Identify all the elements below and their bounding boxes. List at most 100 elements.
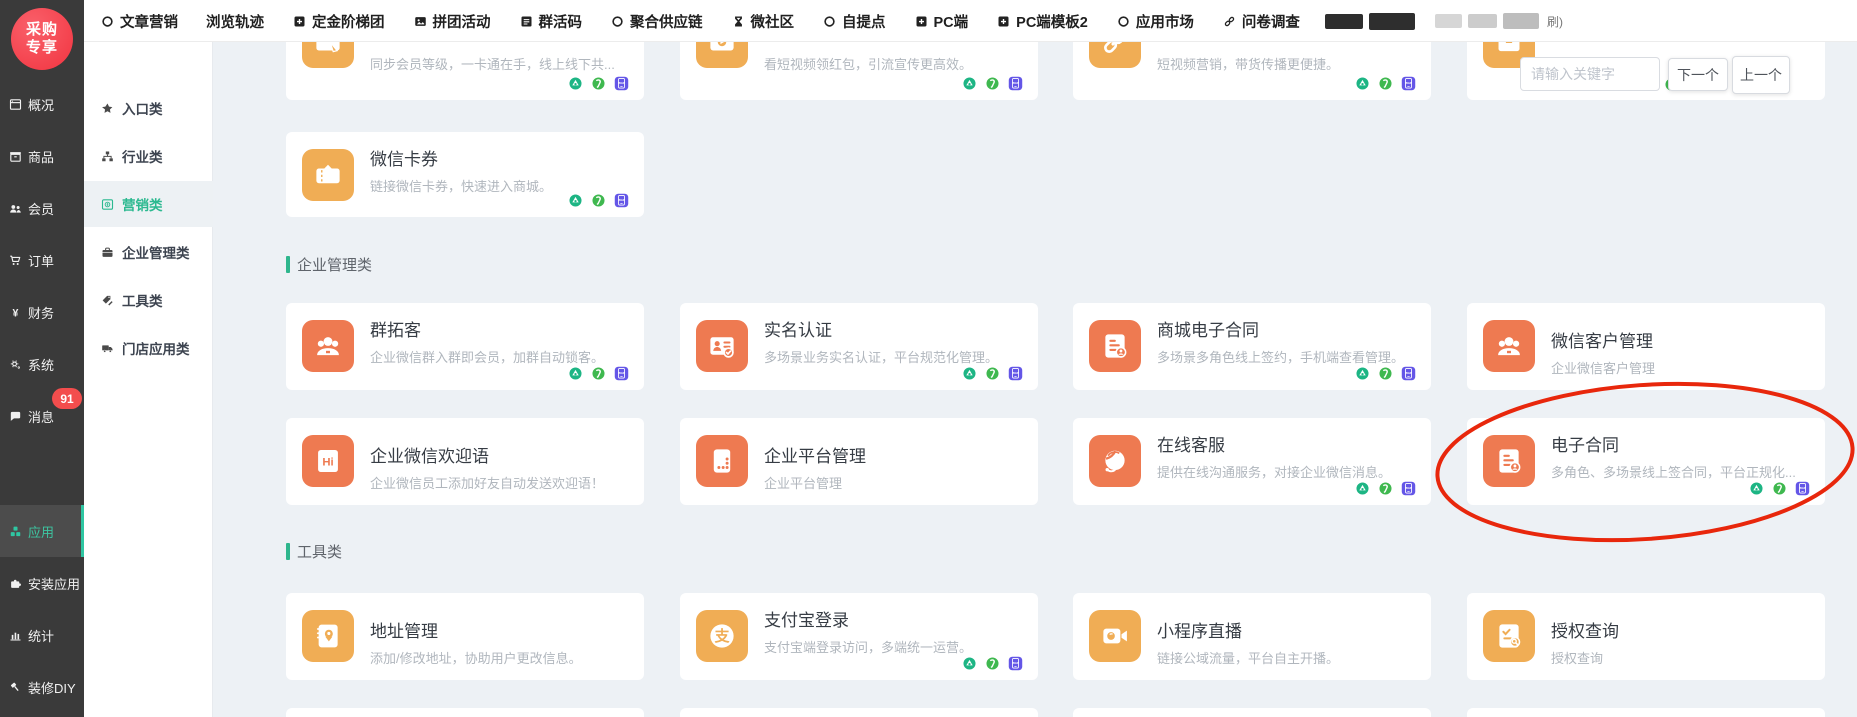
nav-item-群活码[interactable]: 群活码 bbox=[519, 0, 583, 42]
brand-logo[interactable]: 采购 专享 bbox=[11, 8, 73, 70]
sidebar-item-商品[interactable]: 商品 bbox=[0, 138, 84, 174]
app-card-电子合同[interactable]: 电子合同多角色、多场景线上签合同，平台正规化...WAP bbox=[1467, 418, 1825, 505]
section-header: 企业管理类 bbox=[286, 254, 372, 275]
app-card-小程序直播[interactable]: 小程序直播链接公域流量，平台自主开播。 bbox=[1073, 593, 1431, 680]
member-card-icon bbox=[302, 42, 354, 68]
diy-icon bbox=[8, 680, 23, 695]
badge-wap-icon: WAP bbox=[1794, 480, 1811, 497]
badge-mp-icon bbox=[961, 655, 978, 672]
app-card-企业微信欢迎语[interactable]: Hi企业微信欢迎语企业微信员工添加好友自动发送欢迎语！ bbox=[286, 418, 644, 505]
goods-icon bbox=[8, 149, 23, 164]
card-title: 群拓客 bbox=[370, 316, 421, 341]
badge-mp-icon bbox=[567, 192, 584, 209]
top-nav: 文章营销浏览轨迹定金阶梯团拼团活动 群活码 聚合供应链 微社区 自提点 PC端 PC端模板2… bbox=[84, 0, 1857, 42]
nav-item-问卷调查[interactable]: 问卷调查 bbox=[1222, 0, 1300, 42]
sidebar-item-统计[interactable]: 统计 bbox=[0, 617, 84, 653]
section-header-label: 工具类 bbox=[297, 541, 342, 562]
finance-icon: ¥ bbox=[8, 305, 23, 320]
redacted-block bbox=[1369, 13, 1415, 30]
nav-item-自提点[interactable]: 自提点 bbox=[822, 0, 886, 42]
camera-icon bbox=[1089, 610, 1141, 662]
card-title: 地址管理 bbox=[370, 617, 438, 642]
card-desc: 看短视频领红包，引流宣传更高效。 bbox=[764, 54, 1026, 73]
category-item-营销类[interactable]: 营销类 bbox=[84, 181, 213, 227]
app-card-实名认证[interactable]: 实名认证多场景业务实名认证，平台规范化管理。WAP bbox=[680, 303, 1038, 390]
card-title: 企业微信欢迎语 bbox=[370, 442, 489, 467]
app-card[interactable]: 看短视频领红包，引流宣传更高效。 WAP bbox=[680, 42, 1038, 100]
badge-mp-icon bbox=[1354, 365, 1371, 382]
app-card-企业平台管理[interactable]: 企业平台管理企业平台管理 bbox=[680, 418, 1038, 505]
redacted-user-info: 刷) bbox=[1325, 0, 1563, 42]
nav-item-label: 微社区 bbox=[751, 11, 795, 32]
nav-item-文章营销[interactable]: 文章营销 bbox=[100, 0, 178, 42]
app-card-微信卡券[interactable]: 微信卡券链接微信卡券，快速进入商城。WAP bbox=[286, 132, 644, 217]
sidebar-item-会员[interactable]: 会员 bbox=[0, 190, 84, 226]
app-card-clipped[interactable] bbox=[286, 708, 644, 717]
app-card[interactable]: 短视频营销，带货传播更便捷。 WAP bbox=[1073, 42, 1431, 100]
nav-item-PC端[interactable]: PC端 bbox=[914, 0, 969, 42]
app-card[interactable]: 同步会员等级，一卡通在手，线上线下共... WAP bbox=[286, 42, 644, 100]
card-desc: 提供在线沟通服务，对接企业微信消息。 bbox=[1157, 462, 1419, 481]
app-card-支付宝登录[interactable]: 支支付宝登录支付宝端登录访问，多端统一运营。WAP bbox=[680, 593, 1038, 680]
category-item-入口类[interactable]: 入口类 bbox=[84, 85, 213, 131]
sidebar-item-财务[interactable]: ¥财务 bbox=[0, 294, 84, 330]
category-item-门店应用类[interactable]: 门店应用类 bbox=[84, 325, 213, 371]
nav-item-微社区[interactable]: 微社区 bbox=[731, 0, 795, 42]
sidebar-item-安装应用[interactable]: 安装应用 bbox=[0, 565, 84, 601]
svg-text:WAP: WAP bbox=[1405, 371, 1412, 375]
category-item-label: 门店应用类 bbox=[122, 338, 190, 358]
prev-button[interactable]: 上一个 bbox=[1732, 56, 1790, 94]
app-card-clipped[interactable] bbox=[680, 708, 1038, 717]
badge-wap-icon: WAP bbox=[613, 75, 630, 92]
link-icon bbox=[1089, 42, 1141, 68]
badge-h5-icon bbox=[590, 75, 607, 92]
doc-icon bbox=[1483, 435, 1535, 487]
category-item-label: 工具类 bbox=[122, 290, 163, 310]
section-header-label: 企业管理类 bbox=[297, 254, 372, 275]
app-card-在线客服[interactable]: 在线客服提供在线沟通服务，对接企业微信消息。WAP bbox=[1073, 418, 1431, 505]
nav-item-定金阶梯团[interactable]: 定金阶梯团 bbox=[292, 0, 385, 42]
card-desc: 同步会员等级，一卡通在手，线上线下共... bbox=[370, 54, 632, 73]
app-card-地址管理[interactable]: 地址管理添加/修改地址，协助用户更改信息。 bbox=[286, 593, 644, 680]
image-icon bbox=[413, 14, 428, 29]
nav-item-拼团活动[interactable]: 拼团活动 bbox=[413, 0, 491, 42]
sidebar-item-label: 商品 bbox=[28, 147, 54, 166]
svg-text:WAP: WAP bbox=[1405, 486, 1412, 490]
badge-wap-icon: WAP bbox=[1007, 655, 1024, 672]
people-icon bbox=[1483, 320, 1535, 372]
category-item-工具类[interactable]: 工具类 bbox=[84, 277, 213, 323]
svg-text:WAP: WAP bbox=[1799, 486, 1806, 490]
nav-item-应用市场[interactable]: 应用市场 bbox=[1116, 0, 1194, 42]
sidebar-item-装修DIY[interactable]: 装修DIY bbox=[0, 669, 84, 705]
sidebar-item-系统[interactable]: 系统 bbox=[0, 346, 84, 382]
badge-wap-icon: WAP bbox=[613, 365, 630, 382]
sidebar-item-应用[interactable]: 应用 bbox=[0, 505, 84, 557]
search-input[interactable] bbox=[1520, 57, 1660, 91]
card-title: 支付宝登录 bbox=[764, 606, 849, 631]
nav-item-浏览轨迹[interactable]: 浏览轨迹 bbox=[206, 0, 264, 42]
app-card-群拓客[interactable]: 群拓客企业微信群入群即会员，加群自动锁客。WAP bbox=[286, 303, 644, 390]
app-card-微信客户管理[interactable]: 微信客户管理企业微信客户管理 bbox=[1467, 303, 1825, 390]
app-card-clipped[interactable] bbox=[1467, 708, 1825, 717]
sidebar-item-概况[interactable]: 概况 bbox=[0, 86, 84, 122]
badge-wap-icon: WAP bbox=[1400, 75, 1417, 92]
next-button[interactable]: 下一个 bbox=[1668, 58, 1728, 91]
category-item-企业管理类[interactable]: 企业管理类 bbox=[84, 229, 213, 275]
nav-item-label: 问卷调查 bbox=[1242, 11, 1300, 32]
orders-icon bbox=[8, 253, 23, 268]
app-card-clipped[interactable] bbox=[1073, 708, 1431, 717]
app-card-授权查询[interactable]: 授权查询授权查询 bbox=[1467, 593, 1825, 680]
phone-icon bbox=[696, 435, 748, 487]
svg-text:WAP: WAP bbox=[1012, 81, 1019, 85]
card-desc: 企业微信客户管理 bbox=[1551, 358, 1813, 377]
nav-item-PC端模板2[interactable]: PC端模板2 bbox=[996, 0, 1088, 42]
sidebar-item-订单[interactable]: 订单 bbox=[0, 242, 84, 278]
sidebar-item-label: 安装应用 bbox=[28, 574, 80, 593]
card-desc: 短视频营销，带货传播更便捷。 bbox=[1157, 54, 1419, 73]
badge-h5-icon bbox=[984, 75, 1001, 92]
app-card-商城电子合同[interactable]: 商城电子合同多场景多角色线上签约，手机端查看管理。WAP bbox=[1073, 303, 1431, 390]
hi-icon: Hi bbox=[302, 435, 354, 487]
nav-item-label: 群活码 bbox=[539, 11, 583, 32]
category-item-行业类[interactable]: 行业类 bbox=[84, 133, 213, 179]
nav-item-聚合供应链[interactable]: 聚合供应链 bbox=[610, 0, 703, 42]
